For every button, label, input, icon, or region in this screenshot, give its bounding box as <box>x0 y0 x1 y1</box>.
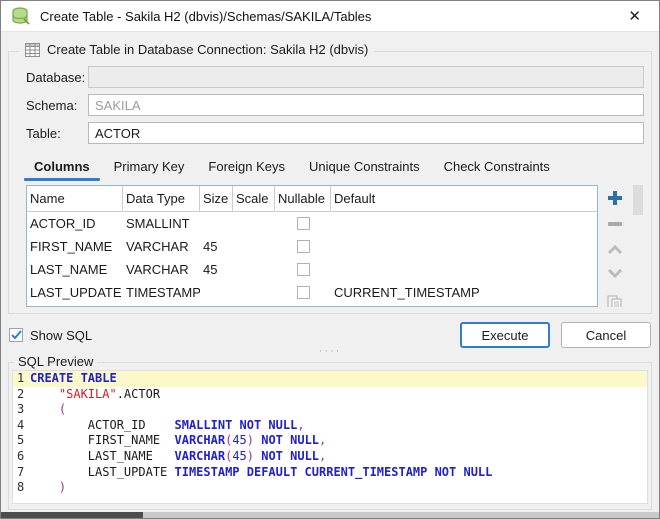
line-number: 2 <box>13 387 30 403</box>
sql-code: ) <box>30 480 647 496</box>
database-label: Database: <box>26 70 88 85</box>
column-header-size[interactable]: Size <box>200 186 233 211</box>
cell-data-type[interactable]: SMALLINT <box>123 216 200 231</box>
table-row[interactable]: ACTOR_IDSMALLINT <box>27 212 597 235</box>
sql-code: LAST_NAME VARCHAR(45) NOT NULL, <box>30 449 647 465</box>
cancel-button[interactable]: Cancel <box>561 322 651 348</box>
sql-preview-title: SQL Preview <box>14 354 97 369</box>
remove-icon[interactable] <box>607 212 623 235</box>
window-bottom-edge <box>1 512 659 518</box>
cell-size[interactable]: 45 <box>200 262 233 277</box>
move-up-icon[interactable] <box>606 235 624 261</box>
checkmark-icon <box>11 330 22 340</box>
schema-field[interactable]: SAKILA <box>88 94 644 116</box>
sql-preview-editor: 1CREATE TABLE2 "SAKILA".ACTOR3 (4 ACTOR_… <box>12 370 648 504</box>
cell-data-type[interactable]: VARCHAR <box>123 239 200 254</box>
nullable-cell[interactable] <box>275 217 331 230</box>
tab-foreign-keys[interactable]: Foreign Keys <box>196 154 297 181</box>
cell-name[interactable]: LAST_UPDATE <box>27 285 123 300</box>
connection-group-title: Create Table in Database Connection: Sak… <box>47 42 368 57</box>
sql-line: 1CREATE TABLE <box>13 371 647 387</box>
line-number: 1 <box>13 371 30 387</box>
nullable-cell[interactable] <box>275 263 331 276</box>
columns-table-body: ACTOR_IDSMALLINTFIRST_NAMEVARCHAR45LAST_… <box>27 212 597 304</box>
tab-unique-constraints[interactable]: Unique Constraints <box>297 154 432 181</box>
table-row[interactable]: FIRST_NAMEVARCHAR45 <box>27 235 597 258</box>
tab-columns[interactable]: Columns <box>22 154 102 181</box>
column-header-default[interactable]: Default <box>331 186 597 211</box>
nullable-checkbox[interactable] <box>297 286 310 299</box>
table-label: Table: <box>26 126 88 141</box>
connection-group-legend: Create Table in Database Connection: Sak… <box>19 42 374 57</box>
cell-size[interactable]: 45 <box>200 239 233 254</box>
sql-code: CREATE TABLE <box>30 371 647 387</box>
table-field[interactable]: ACTOR <box>88 122 644 144</box>
nullable-cell[interactable] <box>275 286 331 299</box>
execute-button[interactable]: Execute <box>460 322 550 348</box>
nullable-cell[interactable] <box>275 240 331 253</box>
tab-check-constraints[interactable]: Check Constraints <box>432 154 562 181</box>
column-header-scale[interactable]: Scale <box>233 186 275 211</box>
column-header-nullable[interactable]: Nullable <box>275 186 331 211</box>
table-row[interactable]: LAST_UPDATETIMESTAMP CURRENT_TIMESTAMP <box>27 281 597 304</box>
show-sql-checkbox[interactable] <box>9 328 23 342</box>
close-icon[interactable]: ✕ <box>620 5 649 27</box>
database-field[interactable] <box>88 66 644 88</box>
sql-line: 7 LAST_UPDATE TIMESTAMP DEFAULT CURRENT_… <box>13 465 647 481</box>
scrollbar-thumb[interactable] <box>633 185 643 215</box>
title-bar: Create Table - Sakila H2 (dbvis)/Schemas… <box>1 1 659 32</box>
create-table-dialog: Create Table - Sakila H2 (dbvis)/Schemas… <box>0 0 660 519</box>
schema-label: Schema: <box>26 98 88 113</box>
tab-primary-key[interactable]: Primary Key <box>102 154 197 181</box>
cell-data-type[interactable]: TIMESTAMP <box>123 285 200 300</box>
column-header-data-type[interactable]: Data Type <box>123 186 200 211</box>
cell-name[interactable]: ACTOR_ID <box>27 216 123 231</box>
sql-line: 8 ) <box>13 480 647 496</box>
add-icon[interactable] <box>606 185 624 212</box>
nullable-checkbox[interactable] <box>297 263 310 276</box>
sql-line: 5 FIRST_NAME VARCHAR(45) NOT NULL, <box>13 433 647 449</box>
window-title: Create Table - Sakila H2 (dbvis)/Schemas… <box>40 9 620 24</box>
cell-default[interactable]: CURRENT_TIMESTAMP <box>331 285 597 300</box>
column-header-name[interactable]: Name <box>27 186 123 211</box>
columns-table-header: NameData TypeSizeScaleNullableDefault <box>27 186 597 212</box>
sql-line: 3 ( <box>13 402 647 418</box>
nullable-checkbox[interactable] <box>297 217 310 230</box>
columns-table[interactable]: NameData TypeSizeScaleNullableDefault AC… <box>26 185 598 307</box>
window-bottom-edge-dark <box>1 512 143 518</box>
database-table-icon <box>11 7 31 25</box>
cell-data-type[interactable]: VARCHAR <box>123 262 200 277</box>
line-number: 8 <box>13 480 30 496</box>
sql-code: ( <box>30 402 647 418</box>
move-down-icon[interactable] <box>606 261 624 282</box>
splitter-handle[interactable]: ···· <box>1 348 659 355</box>
table-row[interactable]: LAST_NAMEVARCHAR45 <box>27 258 597 281</box>
line-number: 4 <box>13 418 30 434</box>
sql-line: 4 ACTOR_ID SMALLINT NOT NULL, <box>13 418 647 434</box>
line-number: 6 <box>13 449 30 465</box>
line-number: 5 <box>13 433 30 449</box>
cell-name[interactable]: LAST_NAME <box>27 262 123 277</box>
nullable-checkbox[interactable] <box>297 240 310 253</box>
sql-preview-group: SQL Preview 1CREATE TABLE2 "SAKILA".ACTO… <box>8 362 652 510</box>
grid-toolbar <box>598 185 632 307</box>
table-grid-icon <box>25 43 40 57</box>
cell-name[interactable]: FIRST_NAME <box>27 239 123 254</box>
tab-bar: ColumnsPrimary KeyForeign KeysUnique Con… <box>22 154 644 181</box>
sql-code: ACTOR_ID SMALLINT NOT NULL, <box>30 418 647 434</box>
show-sql-option[interactable]: Show SQL <box>9 328 92 343</box>
columns-grid-zone: NameData TypeSizeScaleNullableDefault AC… <box>26 185 644 307</box>
line-number: 7 <box>13 465 30 481</box>
sql-code: "SAKILA".ACTOR <box>30 387 647 403</box>
line-number: 3 <box>13 402 30 418</box>
show-sql-label: Show SQL <box>30 328 92 343</box>
sql-line: 2 "SAKILA".ACTOR <box>13 387 647 403</box>
vertical-scrollbar[interactable] <box>632 185 644 307</box>
sql-code: LAST_UPDATE TIMESTAMP DEFAULT CURRENT_TI… <box>30 465 647 481</box>
sql-line: 6 LAST_NAME VARCHAR(45) NOT NULL, <box>13 449 647 465</box>
connection-group: Create Table in Database Connection: Sak… <box>8 51 652 314</box>
copy-icon[interactable] <box>606 294 624 307</box>
sql-code: FIRST_NAME VARCHAR(45) NOT NULL, <box>30 433 647 449</box>
